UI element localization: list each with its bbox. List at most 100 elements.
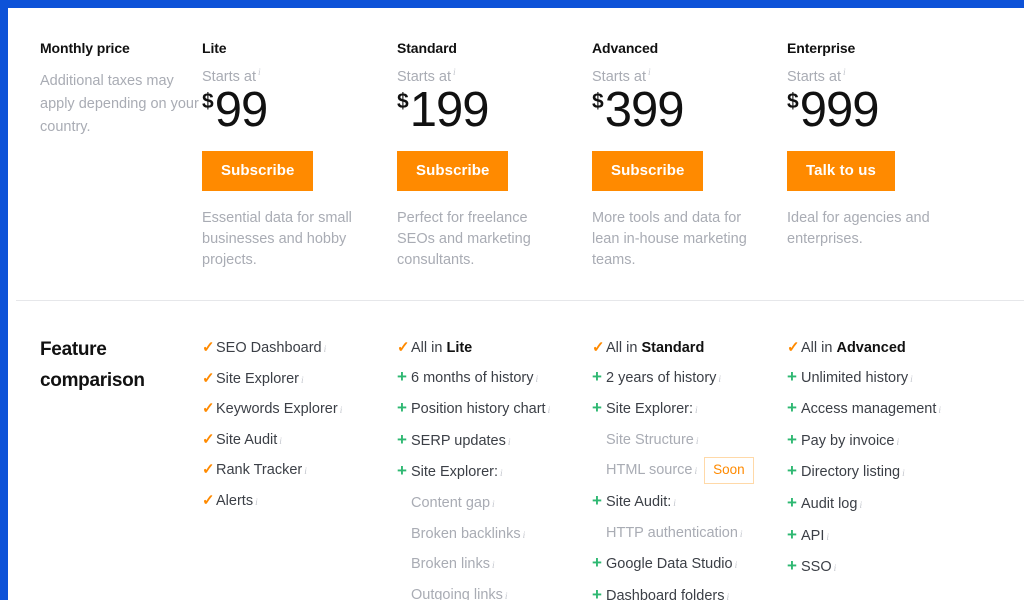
info-icon[interactable]: i xyxy=(523,522,526,551)
info-icon[interactable]: i xyxy=(453,68,456,78)
info-icon[interactable]: i xyxy=(727,584,730,600)
feature-item: ✓ SEO Dashboard i xyxy=(202,334,397,365)
feature-label: All in Lite xyxy=(411,340,473,356)
info-icon[interactable]: i xyxy=(902,460,905,489)
info-icon[interactable]: i xyxy=(324,336,327,365)
feature-item: ✓ Site Explorer i xyxy=(202,365,397,396)
feature-label: Broken links xyxy=(411,556,490,573)
feature-label: Google Data Studio xyxy=(606,556,733,573)
cta-button[interactable]: Talk to us xyxy=(787,150,895,191)
feature-column-advanced: ✓ All in Standard +2 years of history i + Sit… xyxy=(592,334,787,600)
pricing-section: Monthly price Additional taxes may apply… xyxy=(8,8,1024,301)
info-icon[interactable]: i xyxy=(279,428,282,457)
plan-name: Lite xyxy=(202,40,227,56)
feature-label: Directory listing xyxy=(801,464,901,481)
feature-item: Outgoing links i xyxy=(397,581,592,600)
feature-list: ✓ All in Advanced + Unlimited history i + Acce… xyxy=(787,334,982,584)
feature-label: Pay by invoice xyxy=(801,432,895,449)
info-icon[interactable]: i xyxy=(826,524,829,553)
info-icon[interactable]: i xyxy=(897,429,900,458)
info-icon[interactable]: i xyxy=(492,491,495,520)
feature-label: Dashboard folders xyxy=(606,587,725,600)
feature-list: ✓ SEO Dashboard i ✓ Site Explorer i ✓ Keywords … xyxy=(202,334,397,518)
plus-icon: + xyxy=(592,584,602,600)
feature-item: + Site Audit: i xyxy=(592,487,787,519)
page-frame: Monthly price Additional taxes may apply… xyxy=(0,0,1024,600)
info-icon[interactable]: i xyxy=(740,521,743,550)
feature-column-lite: ✓ SEO Dashboard i ✓ Site Explorer i ✓ Keywords … xyxy=(202,334,397,600)
info-icon[interactable]: i xyxy=(735,552,738,581)
plan-name: Standard xyxy=(397,40,457,56)
feature-title-line2: comparison xyxy=(40,370,145,391)
info-icon[interactable]: i xyxy=(843,68,846,78)
info-icon[interactable]: i xyxy=(508,429,511,458)
price: $999 xyxy=(787,82,982,139)
feature-title-line1: Feature xyxy=(40,339,107,360)
check-icon: ✓ xyxy=(202,369,215,387)
feature-label: Rank Tracker xyxy=(216,462,303,479)
plan-description: Essential data for small businesses and … xyxy=(202,209,352,268)
plus-icon: + xyxy=(592,553,602,573)
plus-icon: + xyxy=(787,398,797,418)
info-icon[interactable]: i xyxy=(938,397,941,426)
plus-icon: + xyxy=(592,490,602,510)
info-icon[interactable]: i xyxy=(673,490,676,519)
feature-list: ✓ All in Standard +2 years of history i + Sit… xyxy=(592,334,787,600)
price: $99 xyxy=(202,82,397,139)
feature-item: + SERP updates i xyxy=(397,426,592,458)
info-icon[interactable]: i xyxy=(695,397,698,426)
feature-label: Position history chart xyxy=(411,401,546,418)
info-icon[interactable]: i xyxy=(536,366,539,395)
info-icon[interactable]: i xyxy=(492,552,495,581)
info-icon[interactable]: i xyxy=(255,489,258,518)
feature-item: Site Structure i xyxy=(592,426,787,457)
info-icon[interactable]: i xyxy=(696,428,699,457)
feature-item: ✓ All in Lite xyxy=(397,334,592,363)
feature-item: +6 months of history i xyxy=(397,363,592,395)
feature-label: All in Standard xyxy=(606,340,705,356)
feature-label: All in Advanced xyxy=(801,340,906,356)
info-icon[interactable]: i xyxy=(505,583,508,600)
info-icon[interactable]: i xyxy=(301,367,304,396)
feature-label: Site Audit xyxy=(216,431,278,448)
price-value: 99 xyxy=(214,82,269,137)
price: $199 xyxy=(397,86,592,139)
pricing-column-enterprise: Enterprise Starts at i $999 Talk to us Ideal … xyxy=(787,8,982,271)
feature-item: + Site Explorer: i xyxy=(592,394,787,426)
info-icon[interactable]: i xyxy=(500,460,503,489)
plus-icon: + xyxy=(397,429,407,449)
pricing-column-advanced: Advanced Starts at i $399 Subscribe More tool… xyxy=(592,8,787,271)
price-value: 399 xyxy=(604,82,685,137)
info-icon[interactable]: i xyxy=(258,68,261,78)
info-icon[interactable]: i xyxy=(718,366,721,395)
pricing-column-standard: Standard Starts at i $199 Subscribe Perfect f… xyxy=(397,8,592,271)
check-icon: ✓ xyxy=(202,430,215,448)
feature-label: Site Explorer: xyxy=(606,401,694,418)
pricing-label-column: Monthly price Additional taxes may apply… xyxy=(8,8,202,271)
feature-item: + Google Data Studio i xyxy=(592,549,787,581)
cta-button[interactable]: Subscribe xyxy=(202,150,314,191)
feature-label: HTML source xyxy=(606,462,693,479)
info-icon[interactable]: i xyxy=(910,366,913,395)
feature-column-enterprise: ✓ All in Advanced + Unlimited history i + Acce… xyxy=(787,334,982,600)
info-icon[interactable]: i xyxy=(340,397,343,426)
plus-icon: + xyxy=(787,556,797,576)
cta-button[interactable]: Subscribe xyxy=(397,150,509,191)
info-icon[interactable]: i xyxy=(834,555,837,584)
price-currency: $ xyxy=(592,89,604,113)
feature-item: ✓ Rank Tracker i xyxy=(202,456,397,487)
feature-item: + Dashboard folders i xyxy=(592,581,787,600)
info-icon[interactable]: i xyxy=(548,397,551,426)
info-icon[interactable]: i xyxy=(859,492,862,521)
info-icon[interactable]: i xyxy=(648,68,651,78)
price-value: 999 xyxy=(799,82,880,137)
plus-icon: + xyxy=(592,366,602,386)
check-icon: ✓ xyxy=(202,339,215,356)
page-content: Monthly price Additional taxes may apply… xyxy=(8,8,1024,600)
plus-icon: + xyxy=(787,366,797,386)
info-icon[interactable]: i xyxy=(694,458,697,487)
cta-button[interactable]: Subscribe xyxy=(592,150,704,191)
feature-item: +2 years of history i xyxy=(592,363,787,395)
info-icon[interactable]: i xyxy=(304,458,307,487)
feature-label: Alerts xyxy=(216,492,254,509)
